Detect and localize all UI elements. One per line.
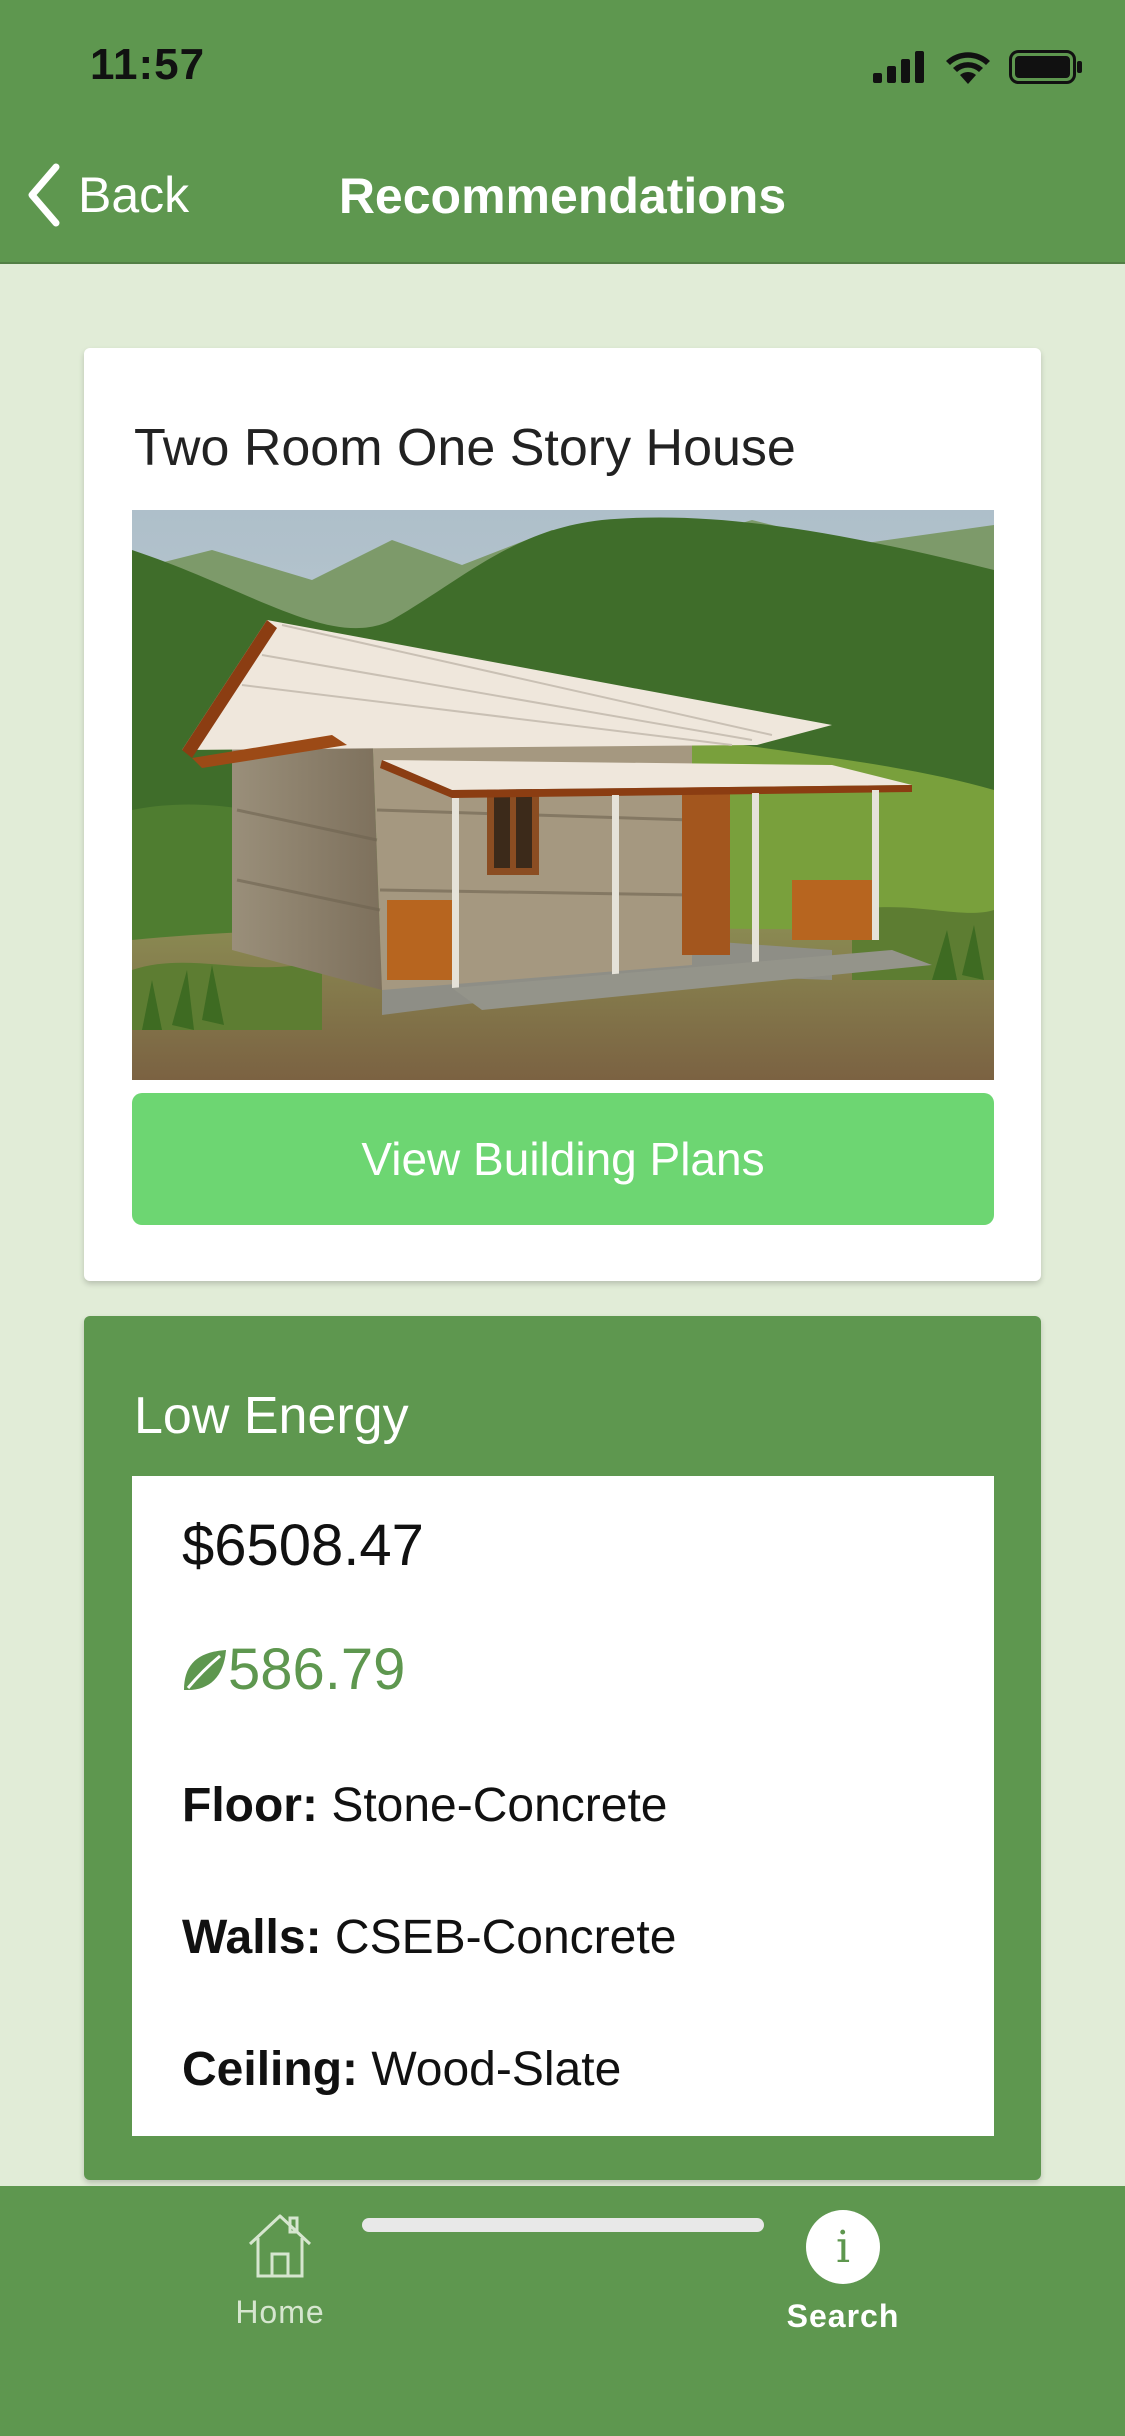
eco-value: 586.79 xyxy=(228,1637,406,1702)
energy-card: Low Energy $6508.47 586.79 Floor: Stone-… xyxy=(84,1316,1041,2180)
floor-spec-value: Stone-Concrete xyxy=(331,1779,668,1832)
cellular-signal-icon xyxy=(873,51,924,83)
floor-spec: Floor: Stone-Concrete xyxy=(182,1778,668,1833)
floor-spec-label: Floor: xyxy=(182,1779,318,1832)
tab-search-label: Search xyxy=(786,2298,900,2334)
price-value: $6508.47 xyxy=(182,1513,424,1578)
house-title: Two Room One Story House xyxy=(134,419,796,477)
status-icons xyxy=(873,50,1083,84)
walls-spec: Walls: CSEB-Concrete xyxy=(182,1910,676,1965)
eco-score-row: 586.79 xyxy=(180,1636,405,1703)
walls-spec-value: CSEB-Concrete xyxy=(334,1911,677,1964)
house-card: Two Room One Story House View Building P… xyxy=(84,348,1041,1281)
top-bar: 11:57 Back Recommendations xyxy=(0,0,1125,264)
house-illustration xyxy=(132,510,994,1080)
energy-title: Low Energy xyxy=(134,1387,409,1445)
tab-home-label: Home xyxy=(235,2294,325,2330)
ceiling-spec: Ceiling: Wood-Slate xyxy=(182,2042,621,2097)
ceiling-spec-label: Ceiling: xyxy=(182,2043,358,2096)
walls-spec-label: Walls: xyxy=(182,1911,322,1964)
ceiling-spec-value: Wood-Slate xyxy=(371,2043,622,2096)
status-time: 11:57 xyxy=(90,40,206,89)
battery-icon xyxy=(1009,50,1082,84)
page-title: Recommendations xyxy=(338,168,787,224)
leaf-icon xyxy=(184,1649,226,1690)
home-indicator xyxy=(362,2218,764,2232)
home-icon xyxy=(248,2214,312,2278)
wifi-icon xyxy=(946,52,990,84)
energy-details-panel: $6508.47 586.79 Floor: Stone-Concrete Wa… xyxy=(132,1476,994,2136)
house-image xyxy=(132,510,994,1080)
view-building-plans-button[interactable]: View Building Plans xyxy=(132,1093,994,1225)
info-icon: i xyxy=(806,2210,880,2284)
